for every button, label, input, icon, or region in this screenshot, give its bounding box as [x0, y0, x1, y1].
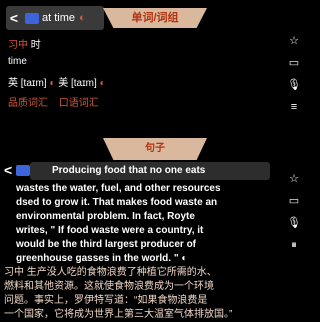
sentence-header: Producing food that no one eats — [30, 162, 270, 180]
definition-meaning: 时 — [30, 40, 41, 51]
pronunciation-row: 英 [taɪm] ◐ 美 [taɪm] ◐ — [8, 78, 106, 89]
english-line: greenhouse gasses in the world. " ◐ — [16, 253, 188, 264]
bookmark-icon[interactable]: ☆ — [289, 173, 299, 185]
tag-quality: 品质词汇 — [8, 98, 48, 109]
menu-icon[interactable]: ≡ — [291, 101, 297, 113]
message-icon[interactable]: ▭ — [289, 195, 299, 207]
english-line: wastes the water, fuel, and other resour… — [16, 183, 221, 194]
message-icon[interactable]: ▭ — [289, 57, 299, 69]
back-button[interactable]: < — [6, 10, 22, 26]
word-rail: ☆ ▭ 🎙 ≡ — [278, 30, 310, 118]
english-line: writes, " If food waste were a country, … — [16, 225, 204, 236]
english-paragraph: wastes the water, fuel, and other resour… — [16, 182, 284, 266]
tab-sentences[interactable]: 句子 — [103, 138, 207, 160]
word-header-bar: < at time ◐ — [6, 6, 104, 30]
microphone-icon[interactable]: 🎙 — [287, 79, 301, 91]
chinese-paragraph: 习中 生产没人吃的食物浪费了种植它所需的水、 燃料和其他资源。这就使食物浪费成为… — [4, 266, 304, 322]
english-line: environmental problem. In fact, Royte — [16, 211, 195, 222]
pron-us[interactable]: 美 [taɪm] — [58, 78, 97, 89]
pron-uk[interactable]: 英 [taɪm] — [8, 78, 47, 89]
microphone-icon[interactable]: 🎙 — [287, 217, 301, 229]
definition-row: 习中 时 — [8, 36, 41, 51]
chinese-line: 一个国家，它将成为世界上第三大温室气体排放国。” — [4, 309, 233, 320]
pause-icon[interactable]: ⏸ — [291, 239, 297, 251]
word-text: at time — [42, 12, 76, 24]
tab-words[interactable]: 单词/词组 — [103, 8, 207, 28]
english-line: dsed to grow it. That makes food waste a… — [16, 197, 218, 208]
chinese-line: 习中 生产没人吃的食物浪费了种植它所需的水、 — [4, 267, 217, 278]
sentence-panel: 句子 < Producing food that no one eats was… — [0, 134, 310, 320]
tags-row: 品质词汇 口语词汇 — [8, 94, 99, 109]
sentence-icon — [16, 165, 30, 176]
bookmark-icon[interactable]: ☆ — [289, 35, 299, 47]
chinese-line: 问题。事实上，罗伊特写道：“如果食物浪费是 — [4, 295, 208, 306]
word-icon — [25, 12, 39, 24]
word-panel: < at time ◐ 单词/词组 习中 时 time 英 [taɪm] ◐ 美… — [0, 0, 310, 126]
tag-spoken: 口语词汇 — [58, 98, 99, 109]
chinese-line: 燃料和其他资源。这就使食物浪费成为一个环境 — [4, 281, 214, 292]
sentence-back-button[interactable]: < — [4, 162, 12, 178]
english-line: would be the third largest producer of — [16, 239, 197, 250]
word-label: time — [8, 56, 27, 67]
play-audio-icon[interactable]: ◐ — [79, 12, 86, 24]
pos-label: 习中 — [8, 40, 28, 51]
sentence-rail: ☆ ▭ 🎙 ⏸ — [278, 168, 310, 256]
